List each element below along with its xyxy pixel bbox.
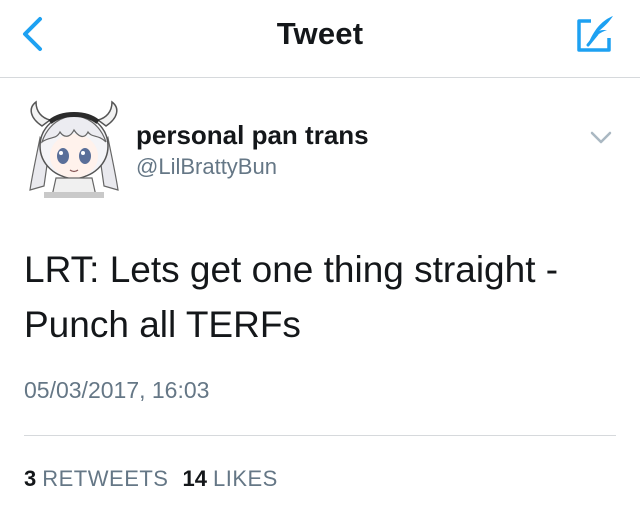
author-display-name[interactable]: personal pan trans <box>136 120 369 151</box>
tweet-text-line: LRT: Lets get one thing straight - <box>24 249 559 290</box>
tweet-text: LRT: Lets get one thing straight - Punch… <box>24 242 620 352</box>
chevron-down-icon <box>590 131 612 144</box>
likes-label: LIKES <box>212 466 278 491</box>
tweet-detail-screen: Tweet personal pan trans @LilBrattyBun L… <box>0 0 640 519</box>
navigation-bar: Tweet <box>0 0 640 78</box>
compose-feather-icon <box>577 16 613 52</box>
avatar[interactable] <box>22 98 126 202</box>
page-title: Tweet <box>276 16 364 51</box>
retweets-label: RETWEETS <box>42 466 169 491</box>
tweet-timestamp: 05/03/2017, 16:03 <box>24 377 210 403</box>
likes-stat[interactable]: 14 LIKES <box>182 466 277 492</box>
tweet-text-line: Punch all TERFs <box>24 304 301 345</box>
tweet-stats: 3 RETWEETS 14 LIKES <box>24 466 278 492</box>
tweet-menu-button[interactable] <box>586 126 616 150</box>
retweets-count: 3 <box>24 466 37 491</box>
author-handle[interactable]: @LilBrattyBun <box>136 154 277 180</box>
likes-count: 14 <box>182 466 207 491</box>
tweet-author: personal pan trans @LilBrattyBun <box>22 98 618 208</box>
compose-button[interactable] <box>574 12 618 56</box>
anime-avatar <box>29 100 119 198</box>
divider <box>24 435 616 436</box>
retweets-stat[interactable]: 3 RETWEETS <box>24 466 168 492</box>
